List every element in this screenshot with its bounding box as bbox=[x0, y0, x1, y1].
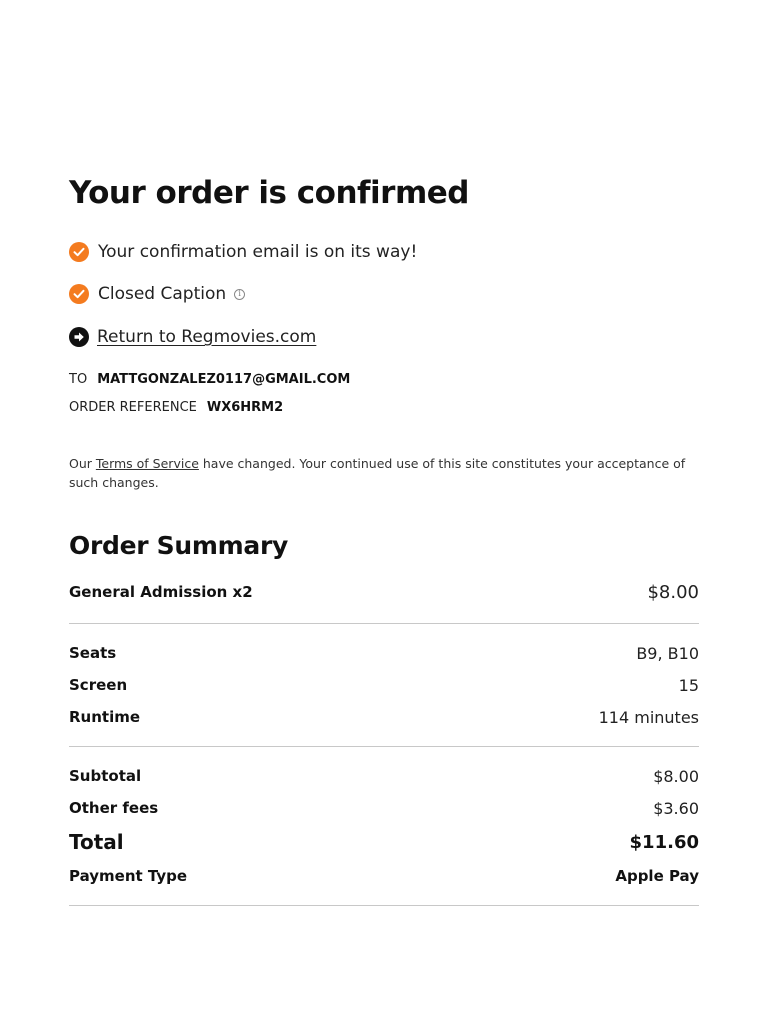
terms-prefix: Our bbox=[69, 456, 96, 471]
total-label: Total bbox=[69, 830, 124, 854]
order-summary-title: Order Summary bbox=[69, 531, 288, 560]
order-reference-row: ORDER REFERENCE WX6HRM2 bbox=[69, 400, 699, 415]
info-icon[interactable]: i bbox=[234, 288, 246, 300]
payment-type-label: Payment Type bbox=[69, 867, 188, 885]
order-reference-value: WX6HRM2 bbox=[206, 400, 284, 415]
return-link-row: Return to Regmovies.com bbox=[69, 326, 699, 348]
seats-row: Seats B9, B10 bbox=[69, 641, 699, 665]
recipient-row: TO MATTGONZALEZ0117@GMAIL.COM bbox=[69, 372, 699, 387]
fees-row: Other fees $3.60 bbox=[69, 796, 699, 820]
total-value: $11.60 bbox=[629, 831, 699, 853]
payment-type-row: Payment Type Apple Pay bbox=[69, 864, 699, 888]
divider bbox=[69, 905, 699, 906]
closed-caption-row: Closed Caption i bbox=[69, 283, 699, 305]
runtime-value: 114 minutes bbox=[598, 707, 699, 727]
screen-row: Screen 15 bbox=[69, 673, 699, 697]
email-status-text: Your confirmation email is on its way! bbox=[98, 242, 418, 262]
check-circle-icon bbox=[69, 284, 89, 304]
screen-label: Screen bbox=[69, 676, 128, 694]
payment-type-value: Apple Pay bbox=[615, 867, 699, 885]
closed-caption-text: Closed Caption bbox=[98, 284, 227, 304]
return-to-regmovies-link[interactable]: Return to Regmovies.com bbox=[97, 327, 316, 347]
seats-label: Seats bbox=[69, 644, 117, 662]
arrow-right-circle-icon bbox=[69, 327, 89, 347]
recipient-email: MATTGONZALEZ0117@GMAIL.COM bbox=[97, 372, 351, 387]
recipient-label: TO bbox=[69, 372, 88, 387]
screen-value: 15 bbox=[678, 675, 699, 695]
total-row: Total $11.60 bbox=[69, 828, 699, 856]
terms-notice: Our Terms of Service have changed. Your … bbox=[69, 454, 699, 492]
runtime-label: Runtime bbox=[69, 708, 141, 726]
email-status-row: Your confirmation email is on its way! bbox=[69, 241, 699, 263]
fees-value: $3.60 bbox=[653, 798, 699, 818]
subtotal-label: Subtotal bbox=[69, 767, 142, 785]
subtotal-value: $8.00 bbox=[653, 766, 699, 786]
ticket-label: General Admission x2 bbox=[69, 583, 253, 601]
divider bbox=[69, 746, 699, 747]
runtime-row: Runtime 114 minutes bbox=[69, 705, 699, 729]
seats-value: B9, B10 bbox=[636, 643, 699, 663]
ticket-price: $8.00 bbox=[647, 581, 699, 603]
page-title: Your order is confirmed bbox=[69, 175, 469, 211]
subtotal-row: Subtotal $8.00 bbox=[69, 764, 699, 788]
ticket-line: General Admission x2 $8.00 bbox=[69, 578, 699, 606]
check-circle-icon bbox=[69, 242, 89, 262]
fees-label: Other fees bbox=[69, 799, 159, 817]
divider bbox=[69, 623, 699, 624]
order-reference-label: ORDER REFERENCE bbox=[69, 400, 197, 415]
order-confirmation-page: Your order is confirmed Your confirmatio… bbox=[0, 0, 768, 1024]
terms-of-service-link[interactable]: Terms of Service bbox=[96, 456, 199, 471]
confirmation-content: Your order is confirmed Your confirmatio… bbox=[69, 172, 699, 906]
